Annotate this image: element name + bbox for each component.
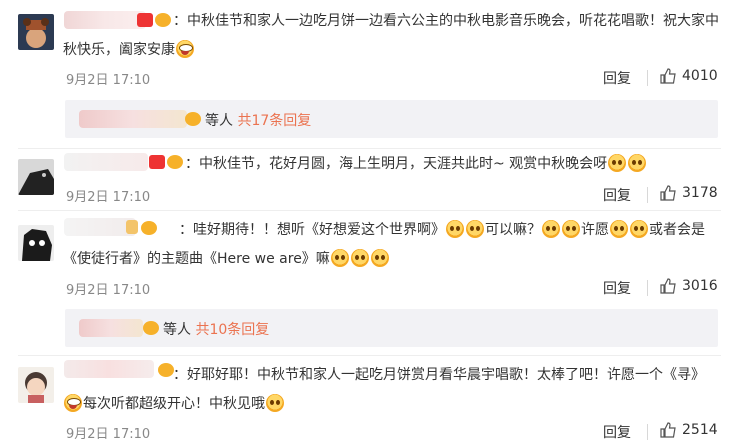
avatar-image xyxy=(18,14,54,50)
avatar-image xyxy=(18,225,54,261)
avatar[interactable] xyxy=(18,367,54,403)
avatar[interactable] xyxy=(18,14,54,50)
like-count: 2514 xyxy=(682,422,718,438)
comment-text: ：中秋佳节和家人一边吃月饼一边看六公主的中秋电影音乐晚会，听花花唱歌！祝大家中秋… xyxy=(63,13,719,58)
replier-names-blurred xyxy=(79,110,187,128)
like-count: 3178 xyxy=(682,185,718,201)
divider xyxy=(647,280,648,296)
emoji-face-icon xyxy=(610,220,628,238)
like-button[interactable]: 3178 xyxy=(660,185,718,201)
replies-prefix: 等人 xyxy=(205,113,233,129)
comment-time: 9月2日 17:10 xyxy=(66,73,151,88)
laughing-emoji-icon xyxy=(176,40,194,58)
emoji-face-icon xyxy=(266,394,284,412)
comment-time: 9月2日 17:10 xyxy=(66,427,151,442)
like-count: 3016 xyxy=(682,278,718,294)
crown-badge-icon xyxy=(143,321,159,335)
divider xyxy=(647,187,648,203)
reply-button[interactable]: 回复 xyxy=(603,422,631,442)
avatar-image xyxy=(18,367,54,403)
reply-button[interactable]: 回复 xyxy=(603,185,631,205)
crown-badge-icon xyxy=(185,112,201,126)
comment-time: 9月2日 17:10 xyxy=(66,190,151,205)
thumbs-up-icon xyxy=(660,68,676,84)
reply-button[interactable]: 回复 xyxy=(603,68,631,88)
comment-text: ：哇好期待！！想听《好想爱这个世界啊》 可以嘛？ 许愿 或者会是《使徒行者》的主题曲《… xyxy=(63,220,705,267)
like-count: 4010 xyxy=(682,68,718,84)
divider xyxy=(18,355,721,356)
emoji-face-icon xyxy=(608,154,627,172)
divider xyxy=(18,148,721,149)
heart-eyes-emoji-icon xyxy=(64,394,82,412)
thumbs-up-icon xyxy=(660,422,676,438)
thumbs-up-icon xyxy=(660,185,676,201)
emoji-face-icon xyxy=(350,249,369,267)
comment-time: 9月2日 17:10 xyxy=(66,283,151,298)
emoji-face-icon xyxy=(628,154,647,172)
divider xyxy=(647,70,648,86)
view-replies-link[interactable]: 共10条回复 xyxy=(195,322,269,338)
reply-button[interactable]: 回复 xyxy=(603,278,631,298)
avatar-image xyxy=(18,159,54,195)
comment-text: ：中秋佳节，花好月圆，海上生明月，天涯共此时~ 观赏中秋晚会呀 xyxy=(63,150,723,179)
replier-names-blurred xyxy=(79,319,143,337)
emoji-face-icon xyxy=(370,249,389,267)
thumbs-up-icon xyxy=(660,278,676,294)
divider xyxy=(647,424,648,440)
avatar[interactable] xyxy=(18,225,54,261)
view-replies-link[interactable]: 共17条回复 xyxy=(237,113,311,129)
emoji-face-icon xyxy=(630,220,648,238)
like-button[interactable]: 3016 xyxy=(660,278,718,294)
replies-summary[interactable]: 等人 共10条回复 xyxy=(65,309,718,347)
replies-prefix: 等人 xyxy=(163,322,191,338)
replies-summary[interactable]: 等人 共17条回复 xyxy=(65,100,718,138)
like-button[interactable]: 4010 xyxy=(660,68,718,84)
emoji-face-icon xyxy=(466,220,484,238)
comment-text: ：好耶好耶！中秋节和家人一起吃月饼赏月看华晨宇唱歌！太棒了吧！许愿一个《寻》每次… xyxy=(63,361,723,419)
like-button[interactable]: 2514 xyxy=(660,422,718,438)
emoji-face-icon xyxy=(330,249,349,267)
avatar[interactable] xyxy=(18,159,54,195)
emoji-face-icon xyxy=(542,220,560,238)
emoji-face-icon xyxy=(562,220,580,238)
divider xyxy=(18,210,721,211)
emoji-face-icon xyxy=(446,220,464,238)
